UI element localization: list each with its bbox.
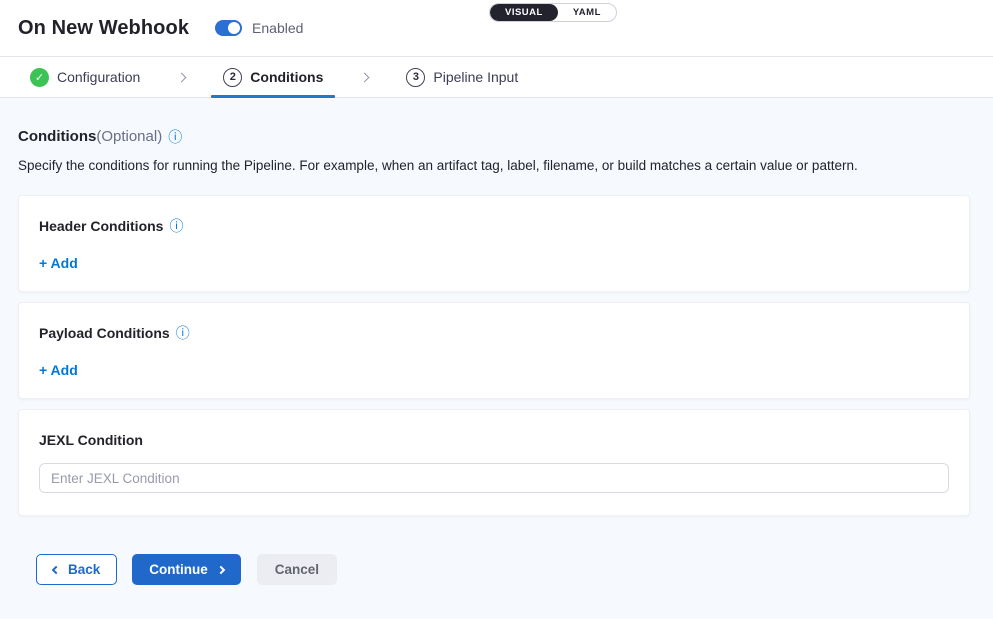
- jexl-condition-card: JEXL Condition: [18, 409, 970, 516]
- add-payload-condition-button[interactable]: + Add: [39, 362, 78, 378]
- step-3-number-icon: 3: [406, 68, 425, 87]
- webhook-wizard-page: On New Webhook Enabled VISUAL YAML ✓ Con…: [0, 0, 993, 619]
- header-conditions-card: Header Conditions ⓘ + Add: [18, 195, 970, 292]
- chevron-left-icon: [52, 565, 60, 573]
- step-pipeline-input[interactable]: 3 Pipeline Input: [394, 57, 530, 97]
- chevron-right-icon: [361, 68, 368, 86]
- step-conditions[interactable]: 2 Conditions: [211, 57, 335, 97]
- enabled-toggle-label: Enabled: [252, 20, 303, 36]
- jexl-condition-input[interactable]: [39, 463, 949, 493]
- continue-button[interactable]: Continue: [132, 554, 241, 585]
- enabled-toggle[interactable]: [215, 20, 242, 36]
- step-2-number-icon: 2: [223, 68, 242, 87]
- continue-button-label: Continue: [149, 562, 208, 577]
- info-icon[interactable]: ⓘ: [176, 326, 190, 340]
- cancel-button-label: Cancel: [275, 562, 319, 577]
- condition-cards: Header Conditions ⓘ + Add Payload Condit…: [18, 195, 970, 516]
- payload-conditions-title: Payload Conditions: [39, 325, 170, 341]
- page-title: On New Webhook: [18, 17, 189, 40]
- wizard-stepper: ✓ Configuration 2 Conditions 3 Pipeline …: [0, 57, 993, 98]
- step-configuration[interactable]: ✓ Configuration: [18, 57, 152, 97]
- info-icon[interactable]: ⓘ: [169, 219, 183, 233]
- tab-yaml[interactable]: YAML: [558, 4, 616, 21]
- back-button[interactable]: Back: [36, 554, 117, 585]
- header-conditions-title: Header Conditions: [39, 218, 163, 234]
- step-configuration-label: Configuration: [57, 69, 140, 85]
- visual-yaml-toggle: VISUAL YAML: [489, 3, 617, 22]
- step-pipeline-input-label: Pipeline Input: [433, 69, 518, 85]
- back-button-label: Back: [68, 562, 100, 577]
- payload-conditions-card: Payload Conditions ⓘ + Add: [18, 302, 970, 399]
- conditions-description: Specify the conditions for running the P…: [18, 158, 970, 173]
- tab-visual[interactable]: VISUAL: [490, 4, 558, 21]
- check-circle-icon: ✓: [30, 68, 49, 87]
- chevron-right-icon: [178, 68, 185, 86]
- optional-label: (Optional): [96, 128, 162, 145]
- conditions-heading: Conditions: [18, 128, 96, 145]
- step-conditions-label: Conditions: [250, 69, 323, 85]
- top-header: On New Webhook Enabled VISUAL YAML: [0, 0, 993, 57]
- section-heading: Conditions (Optional) ⓘ: [18, 128, 970, 145]
- conditions-panel: Conditions (Optional) ⓘ Specify the cond…: [0, 128, 993, 585]
- chevron-right-icon: [217, 565, 225, 573]
- add-header-condition-button[interactable]: + Add: [39, 255, 78, 271]
- cancel-button[interactable]: Cancel: [257, 554, 337, 585]
- info-icon[interactable]: ⓘ: [168, 130, 182, 144]
- jexl-condition-title: JEXL Condition: [39, 432, 143, 448]
- wizard-footer: Back Continue Cancel: [18, 554, 970, 585]
